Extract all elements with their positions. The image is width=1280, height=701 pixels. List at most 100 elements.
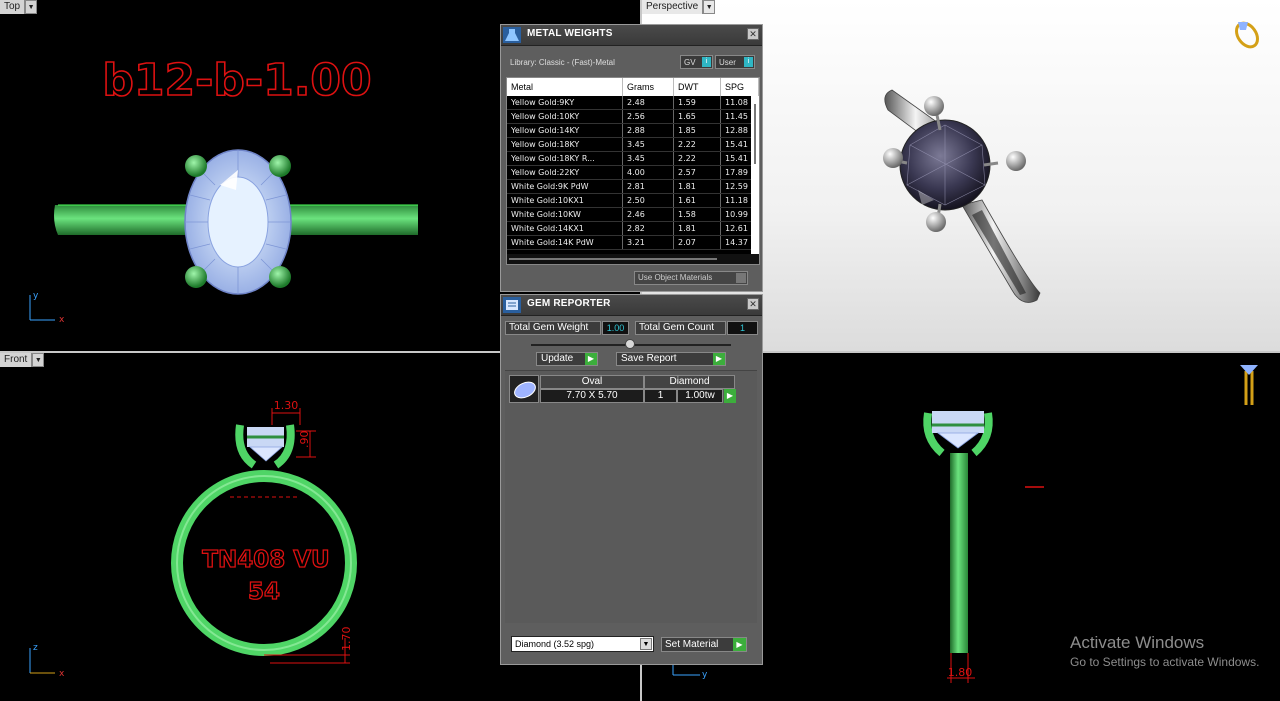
metal-flask-icon [503, 27, 521, 43]
play-arrow-icon: ▶ [713, 353, 725, 365]
column-header[interactable]: SPG [720, 78, 759, 96]
panel-title: METAL WEIGHTS [527, 28, 613, 39]
set-material-button[interactable]: Set Material ▶ [661, 637, 747, 652]
gem-weight: 1.00tw [677, 389, 723, 403]
table-cell: Yellow Gold:9KY [507, 96, 623, 110]
table-cell: 1.61 [673, 193, 721, 208]
table-cell: 2.57 [673, 165, 721, 180]
table-cell: 2.07 [673, 235, 721, 250]
column-header[interactable]: DWT [673, 78, 721, 96]
update-button[interactable]: Update ▶ [536, 352, 598, 366]
axis-y-label: y [33, 291, 39, 301]
ring-preview-icon[interactable] [1232, 19, 1262, 51]
gem-list[interactable]: Oval Diamond 7.70 X 5.70 1 1.00tw ▶ [505, 370, 757, 623]
viewport-name: Top [0, 0, 26, 14]
button-label: Set Material [665, 639, 719, 650]
use-object-materials-toggle[interactable]: Use Object Materials [634, 271, 748, 285]
table-row[interactable]: Yellow Gold:9KY 2.48 1.59 11.08 [507, 96, 759, 110]
table-cell: 1.81 [673, 179, 721, 194]
table-row[interactable]: Yellow Gold:10KY 2.56 1.65 11.45 [507, 109, 759, 124]
axis-x-label: x [59, 315, 65, 325]
toggle-label: GV [684, 57, 696, 67]
table-row[interactable]: White Gold:10KW 2.46 1.58 10.99 [507, 207, 759, 222]
axis-y-label: y [702, 670, 708, 680]
save-report-button[interactable]: Save Report ▶ [616, 352, 726, 366]
table-row[interactable]: Yellow Gold:14KY 2.88 1.85 12.88 [507, 123, 759, 138]
table-cell: 2.82 [622, 221, 674, 236]
viewport-menu-arrow-icon[interactable]: ▼ [25, 0, 38, 14]
selected-material: Diamond (3.52 spg) [515, 639, 595, 649]
gv-toggle[interactable]: GV i [680, 55, 713, 69]
column-header[interactable]: Grams [622, 78, 674, 96]
play-arrow-icon: ▶ [733, 638, 746, 651]
top-viewport-label[interactable]: Top ▼ [0, 0, 38, 14]
dimension-label: .90 [298, 431, 311, 449]
button-label: Update [541, 353, 574, 364]
gem-detail-arrow-icon[interactable]: ▶ [724, 389, 736, 403]
dimension-label: 1.80 [948, 666, 973, 679]
total-gem-count-value: 1 [727, 321, 758, 335]
metal-weights-titlebar[interactable]: METAL WEIGHTS ✕ [501, 25, 762, 46]
table-cell: 2.22 [673, 151, 721, 166]
oval-gem-icon [509, 375, 539, 403]
dropdown-arrow-icon: ▼ [640, 638, 652, 650]
table-cell: 1.59 [673, 96, 721, 110]
gem-report-icon [503, 297, 521, 313]
watermark-subtitle: Go to Settings to activate Windows. [1070, 655, 1260, 669]
gem-reporter-panel: GEM REPORTER ✕ Total Gem Weight 1.00 Tot… [500, 294, 763, 665]
close-icon[interactable]: ✕ [747, 28, 759, 40]
table-cell: 2.56 [622, 109, 674, 124]
material-select[interactable]: Diamond (3.52 spg) ▼ [511, 636, 654, 652]
table-cell: 1.58 [673, 207, 721, 222]
total-gem-weight-value: 1.00 [602, 321, 629, 335]
metal-weights-table[interactable]: Metal Grams DWT SPG Yellow Gold:9KY 2.48 1… [506, 77, 760, 265]
gem-type: Diamond [644, 375, 735, 389]
gem-reporter-titlebar[interactable]: GEM REPORTER ✕ [501, 295, 762, 316]
close-icon[interactable]: ✕ [747, 298, 759, 310]
table-cell: 1.85 [673, 123, 721, 138]
table-cell: 3.45 [622, 151, 674, 166]
front-viewport-label[interactable]: Front ▼ [0, 353, 45, 367]
table-row[interactable]: White Gold:10KX1 2.50 1.61 11.18 [507, 193, 759, 208]
gem-row[interactable]: Oval Diamond 7.70 X 5.70 1 1.00tw ▶ [509, 375, 736, 403]
table-cell: 1.65 [673, 109, 721, 124]
column-header[interactable]: Metal [507, 78, 623, 96]
user-toggle[interactable]: User i [715, 55, 755, 69]
toggle-label: Use Object Materials [638, 273, 713, 282]
table-cell: Yellow Gold:18KY [507, 137, 623, 152]
gem-shape: Oval [540, 375, 644, 389]
dimension-label: 1.30 [274, 399, 299, 412]
vertical-scrollbar[interactable] [751, 96, 759, 254]
table-row[interactable]: White Gold:9K PdW 2.81 1.81 12.59 [507, 179, 759, 194]
table-cell: Yellow Gold:22KY [507, 165, 623, 180]
total-gem-weight-label: Total Gem Weight [505, 321, 601, 335]
table-row[interactable]: Yellow Gold:18KY R... 3.45 2.22 15.41 [507, 151, 759, 166]
metal-weights-panel: METAL WEIGHTS ✕ Library: Classic - (Fast… [500, 24, 763, 292]
table-cell: White Gold:14KX1 [507, 221, 623, 236]
viewport-menu-arrow-icon[interactable]: ▼ [32, 353, 45, 367]
engraving-text-line2: 54 [248, 579, 280, 605]
ring-view-icon[interactable] [1240, 365, 1258, 405]
viewport-menu-arrow-icon[interactable]: ▼ [703, 0, 716, 14]
table-row[interactable]: White Gold:14KX1 2.82 1.81 12.61 [507, 221, 759, 236]
table-row[interactable]: White Gold:14K PdW 3.21 2.07 14.37 [507, 235, 759, 250]
toggle-label: User [719, 57, 736, 67]
horizontal-scrollbar[interactable] [507, 254, 759, 264]
activate-windows-watermark: Activate Windows Go to Settings to activ… [1070, 633, 1259, 669]
viewport-name: Perspective [642, 0, 704, 14]
model-id-text: b12-b-1.00 [102, 55, 371, 106]
table-row[interactable]: Yellow Gold:18KY 3.45 2.22 15.41 [507, 137, 759, 152]
gem-size: 7.70 X 5.70 [540, 389, 644, 403]
table-row[interactable]: Yellow Gold:22KY 4.00 2.57 17.89 [507, 165, 759, 180]
perspective-viewport-label[interactable]: Perspective ▼ [642, 0, 716, 14]
axis-x-label: x [59, 669, 65, 679]
table-cell: Yellow Gold:18KY R... [507, 151, 623, 166]
total-gem-count-label: Total Gem Count [635, 321, 726, 335]
table-cell: 2.22 [673, 137, 721, 152]
gem-count: 1 [644, 389, 677, 403]
watermark-title: Activate Windows [1070, 633, 1205, 652]
play-arrow-icon: ▶ [585, 353, 597, 365]
table-cell: 1.81 [673, 221, 721, 236]
table-cell: 2.46 [622, 207, 674, 222]
splitter-handle[interactable] [625, 339, 635, 349]
